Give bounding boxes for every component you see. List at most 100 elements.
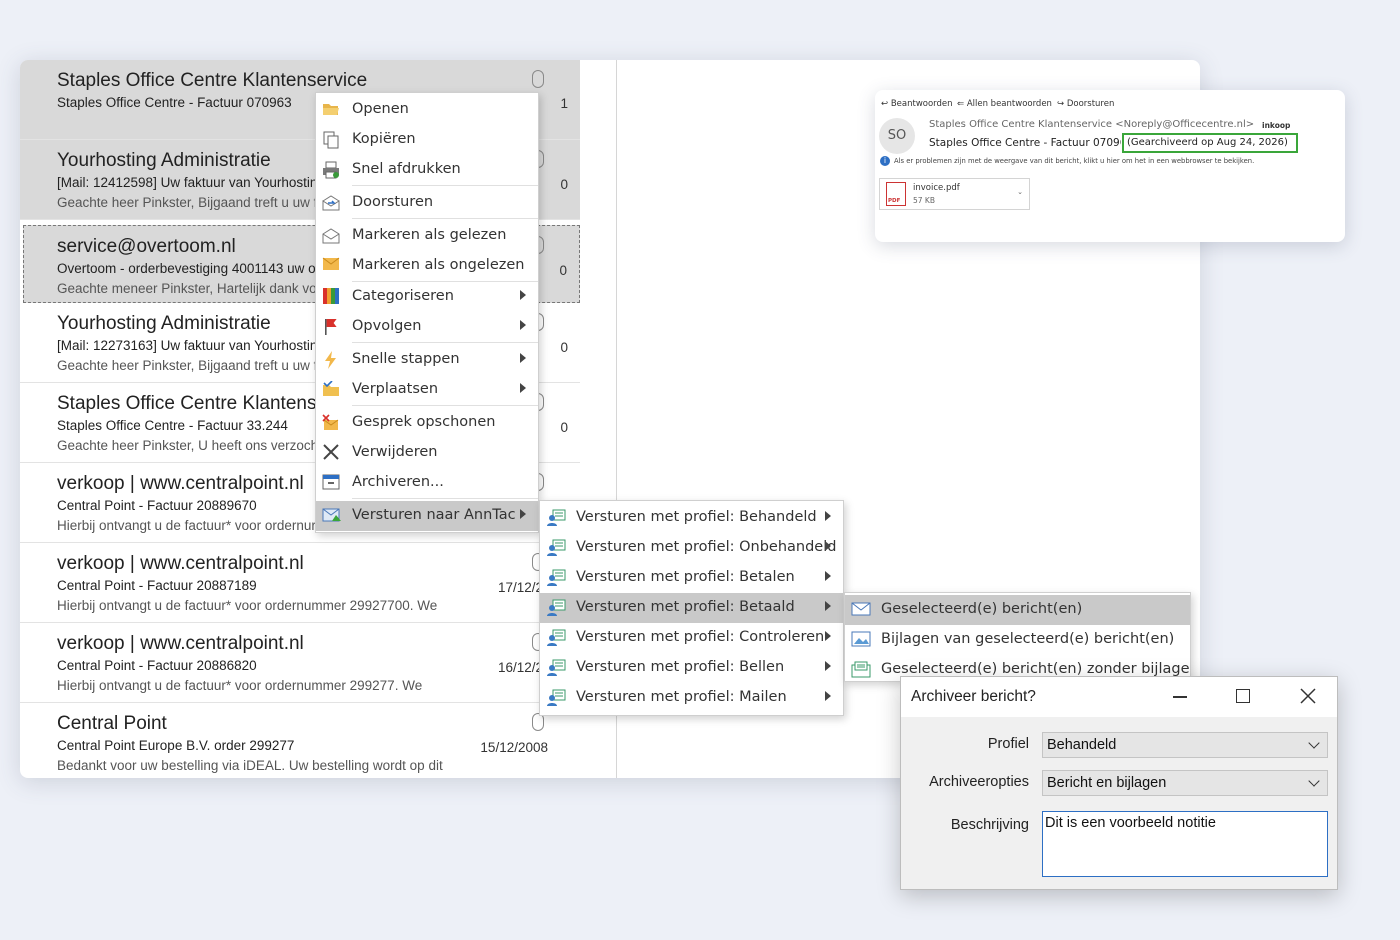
- submenu-arrow-icon: [520, 353, 526, 363]
- mail-date: 0: [560, 420, 568, 435]
- scope-submenu: Geselecteerd(e) bericht(en) Bijlagen van…: [844, 592, 1191, 682]
- menu-item-bijlagen[interactable]: Bijlagen van geselecteerd(e) bericht(en): [845, 625, 1190, 655]
- options-label: Archiveeropties: [929, 774, 1029, 790]
- menu-separator: [352, 185, 538, 186]
- mail-item[interactable]: Central Point Central Point Europe B.V. …: [20, 703, 580, 778]
- description-field[interactable]: Dit is een voorbeeld notitie: [1042, 811, 1328, 877]
- mail-subject: Staples Office Centre - Factuur 070963: [57, 95, 292, 110]
- reply-all-label: Allen beantwoorden: [966, 99, 1052, 109]
- menu-item-label: Versturen met profiel: Behandeld: [576, 509, 817, 525]
- menu-item-label: Versturen met profiel: Controleren: [576, 629, 825, 645]
- menu-item-snel-afdrukken[interactable]: Snel afdrukken: [316, 155, 538, 185]
- mail-preview: Geachte heer Pinkster, U heeft ons verzo…: [57, 438, 322, 453]
- profile-send-icon: [546, 539, 566, 557]
- mail-preview: Hierbij ontvangt u de factuur* voor orde…: [57, 518, 316, 533]
- menu-item-profiel-onbehandeld[interactable]: Versturen met profiel: Onbehandeld: [540, 533, 843, 563]
- forward-button[interactable]: ↪ Doorsturen: [1057, 99, 1114, 109]
- menu-item-label: Versturen naar AnnTac: [352, 507, 516, 523]
- mail-preview: Hierbij ontvangt u de factuur* voor orde…: [57, 678, 423, 693]
- clean-up-icon: [322, 414, 340, 432]
- menu-item-label: Verplaatsen: [352, 381, 439, 397]
- reply-button[interactable]: ↩ Beantwoorden: [881, 99, 953, 109]
- attachment-size: 57 KB: [913, 196, 935, 205]
- options-select[interactable]: Bericht en bijlagen: [1042, 770, 1328, 796]
- menu-item-kopieren[interactable]: Kopiëren: [316, 125, 538, 155]
- menu-separator: [352, 405, 538, 406]
- menu-item-geselecteerde-berichten[interactable]: Geselecteerd(e) bericht(en): [845, 595, 1190, 625]
- dialog-titlebar[interactable]: Archiveer bericht?: [901, 677, 1337, 717]
- mail-date: 0: [560, 177, 568, 192]
- mail-item[interactable]: verkoop | www.centralpoint.nl Central Po…: [20, 623, 580, 703]
- mail-subject: [Mail: 12273163] Uw faktuur van Yourhost…: [57, 338, 318, 353]
- submenu-arrow-icon: [825, 691, 831, 701]
- reply-all-button[interactable]: ⇐ Allen beantwoorden: [957, 99, 1052, 109]
- menu-item-archiveren[interactable]: Archiveren...: [316, 468, 538, 498]
- minimize-icon[interactable]: [1173, 696, 1187, 698]
- mail-date: 0: [559, 263, 567, 278]
- mail-sender: verkoop | www.centralpoint.nl: [57, 633, 304, 654]
- menu-separator: [352, 218, 538, 219]
- menu-item-opvolgen[interactable]: Opvolgen: [316, 312, 538, 342]
- send-anntac-icon: [322, 507, 341, 525]
- menu-item-profiel-bellen[interactable]: Versturen met profiel: Bellen: [540, 653, 843, 683]
- menu-item-categoriseren[interactable]: Categoriseren: [316, 282, 538, 312]
- copy-icon: [322, 131, 340, 149]
- mail-subject: Central Point - Factuur 20889670: [57, 498, 257, 513]
- menu-item-label: Kopiëren: [352, 131, 416, 147]
- chevron-down-icon: [1308, 775, 1320, 787]
- menu-item-label: Geselecteerd(e) bericht(en) zonder bijla…: [881, 661, 1190, 677]
- mail-preview: Geachte meneer Pinkster, Hartelijk dank …: [57, 281, 325, 296]
- mail-sender: service@overtoom.nl: [57, 236, 236, 257]
- message-subject: Staples Office Centre - Factuur 070963: [929, 137, 1121, 149]
- mail-preview: Geachte heer Pinkster, Bijgaand treft u …: [57, 358, 318, 373]
- attachment-chip[interactable]: PDF invoice.pdf 57 KB ⌄: [879, 178, 1030, 210]
- folder-open-icon: [322, 101, 340, 119]
- submenu-arrow-icon: [825, 661, 831, 671]
- menu-item-gesprek-opschonen[interactable]: Gesprek opschonen: [316, 408, 538, 438]
- menu-item-snelle-stappen[interactable]: Snelle stappen: [316, 345, 538, 375]
- menu-item-profiel-mailen[interactable]: Versturen met profiel: Mailen: [540, 683, 843, 713]
- message-header-card: ↩ Beantwoorden ⇐ Allen beantwoorden ↪ Do…: [875, 90, 1345, 242]
- reply-label: Beantwoorden: [890, 99, 953, 109]
- mail-subject: Central Point - Factuur 20886820: [57, 658, 257, 673]
- maximize-icon[interactable]: [1236, 689, 1250, 703]
- menu-item-markeren-gelezen[interactable]: Markeren als gelezen: [316, 221, 538, 251]
- info-bar[interactable]: Als er problemen zijn met de weergave va…: [894, 157, 1254, 165]
- context-menu: Openen Kopiëren Snel afdrukken Doorsture…: [315, 92, 539, 533]
- attachment-name: invoice.pdf: [913, 183, 960, 193]
- mail-preview: Geachte heer Pinkster, Bijgaand treft u …: [57, 195, 318, 210]
- menu-item-label: Markeren als gelezen: [352, 227, 507, 243]
- mail-item[interactable]: verkoop | www.centralpoint.nl Central Po…: [20, 543, 580, 623]
- menu-item-versturen-anntac[interactable]: Versturen naar AnnTac: [316, 501, 538, 531]
- chevron-down-icon[interactable]: ⌄: [1017, 188, 1023, 196]
- mail-date: 0: [560, 340, 568, 355]
- close-icon[interactable]: [1299, 687, 1317, 705]
- menu-item-label: Geselecteerd(e) bericht(en): [881, 601, 1083, 617]
- menu-item-doorsturen[interactable]: Doorsturen: [316, 188, 538, 218]
- menu-item-profiel-betalen[interactable]: Versturen met profiel: Betalen: [540, 563, 843, 593]
- mail-sender: Central Point: [57, 713, 167, 734]
- submenu-arrow-icon: [825, 511, 831, 521]
- menu-item-label: Versturen met profiel: Betaald: [576, 599, 795, 615]
- menu-item-label: Doorsturen: [352, 194, 434, 210]
- mail-subject: [Mail: 12412598] Uw faktuur van Yourhost…: [57, 175, 318, 190]
- mail-sender: verkoop | www.centralpoint.nl: [57, 553, 304, 574]
- menu-item-verplaatsen[interactable]: Verplaatsen: [316, 375, 538, 405]
- menu-item-label: Markeren als ongelezen: [352, 257, 525, 273]
- submenu-arrow-icon: [825, 601, 831, 611]
- menu-item-label: Snel afdrukken: [352, 161, 461, 177]
- menu-item-verwijderen[interactable]: Verwijderen: [316, 438, 538, 468]
- menu-item-profiel-controleren[interactable]: Versturen met profiel: Controleren: [540, 623, 843, 653]
- pdf-type-label: PDF: [888, 198, 901, 204]
- menu-item-profiel-betaald[interactable]: Versturen met profiel: Betaald: [540, 593, 843, 623]
- profile-send-icon: [546, 629, 566, 647]
- categories-icon: [322, 288, 340, 306]
- menu-item-label: Versturen met profiel: Mailen: [576, 689, 787, 705]
- menu-item-label: Versturen met profiel: Bellen: [576, 659, 785, 675]
- menu-item-markeren-ongelezen[interactable]: Markeren als ongelezen: [316, 251, 538, 281]
- menu-item-profiel-behandeld[interactable]: Versturen met profiel: Behandeld: [540, 503, 843, 533]
- menu-item-openen[interactable]: Openen: [316, 95, 538, 125]
- lightning-icon: [322, 351, 340, 369]
- profile-select[interactable]: Behandeld: [1042, 732, 1328, 758]
- image-attachment-icon: [851, 631, 871, 649]
